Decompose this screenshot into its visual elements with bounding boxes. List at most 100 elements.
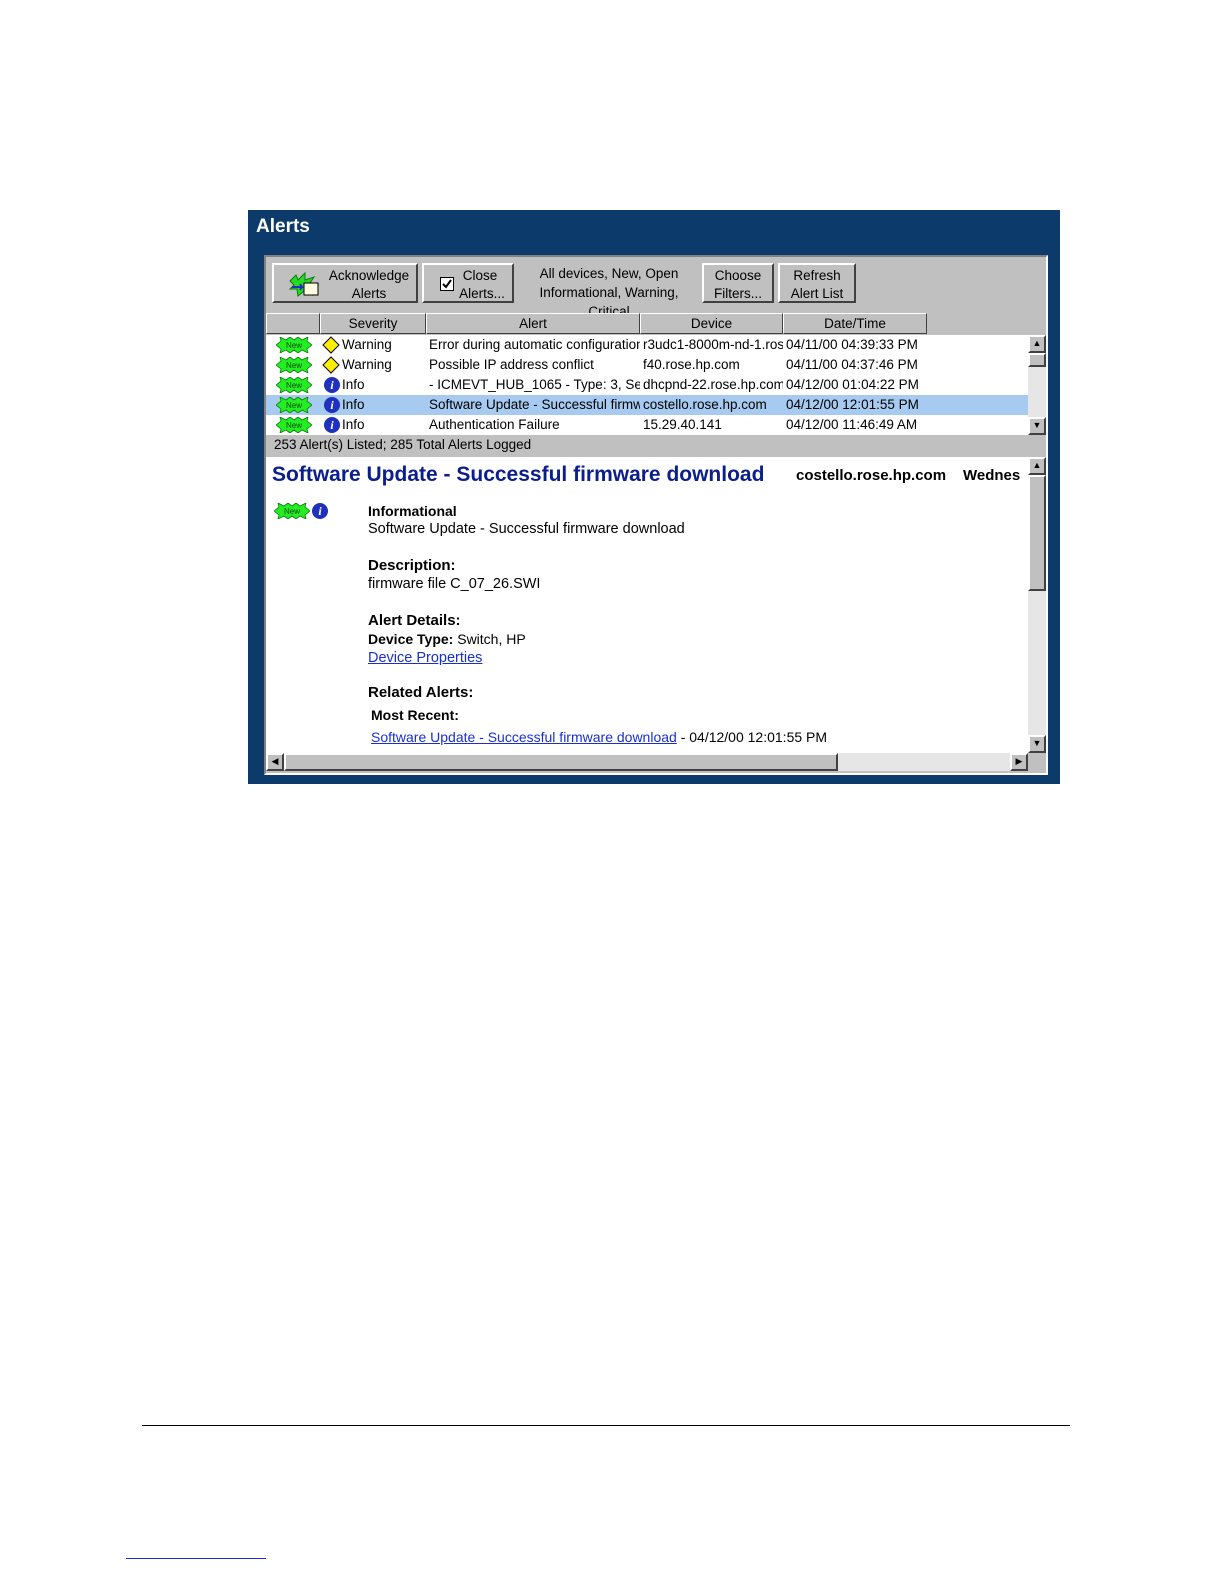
related-alert-link[interactable]: Software Update - Successful firmware do… [371, 729, 677, 745]
row-severity: Info [342, 417, 365, 432]
footer-link-underline [126, 1558, 266, 1559]
row-severity: Warning [342, 337, 392, 352]
detail-horizontal-scrollbar[interactable]: ◀ ▶ [266, 753, 1028, 771]
new-badge-icon: New [276, 397, 312, 413]
detail-day: Wednes [963, 467, 1021, 484]
row-device: costello.rose.hp.com [643, 397, 767, 412]
row-datetime: 04/12/00 01:04:22 PM [786, 377, 919, 392]
row-device: r3udc1-8000m-nd-1.rose. [643, 337, 783, 352]
detail-summary: Software Update - Successful firmware do… [368, 521, 685, 537]
detail-title: Software Update - Successful firmware do… [272, 463, 765, 486]
row-device: f40.rose.hp.com [643, 357, 740, 372]
acknowledge-alerts-button[interactable]: Acknowledge Alerts [272, 263, 418, 303]
column-header-datetime[interactable]: Date/Time [783, 313, 927, 334]
row-device: 15.29.40.141 [643, 417, 722, 432]
row-datetime: 04/12/00 12:01:55 PM [786, 397, 919, 412]
warning-icon [322, 356, 340, 374]
column-header-alert[interactable]: Alert [426, 313, 640, 334]
new-badge-text: New [286, 421, 302, 430]
new-badge-text: New [286, 401, 302, 410]
new-badge-icon: New [276, 357, 312, 373]
alert-row[interactable]: New Warning Error during automatic configu… [266, 335, 1028, 355]
detail-hscroll-thumb[interactable] [284, 753, 838, 771]
alert-details-label: Alert Details: [368, 612, 461, 629]
description-text: firmware file C_07_26.SWI [368, 576, 541, 592]
close-label-1: Close [462, 268, 498, 283]
alert-list-header: Severity Alert Device Date/Time [266, 313, 927, 334]
device-type-label: Device Type: [368, 631, 454, 647]
acknowledge-label-1: Acknowledge [328, 268, 410, 283]
detail-scroll-up-button[interactable]: ▲ [1028, 457, 1046, 475]
detail-scroll-down-button[interactable]: ▼ [1028, 735, 1046, 753]
status-bar-text: 253 Alert(s) Listed; 285 Total Alerts Lo… [274, 437, 532, 452]
list-vertical-scrollbar[interactable]: ▲ ▼ [1028, 335, 1046, 435]
most-recent-label: Most Recent: [371, 707, 459, 723]
info-icon: i [324, 377, 340, 393]
alert-row[interactable]: New i Info Software Update - Successful fir… [266, 395, 1028, 415]
new-badge-text: New [286, 341, 302, 350]
alert-row[interactable]: New Warning Possible IP address conflict f4… [266, 355, 1028, 375]
row-datetime: 04/11/00 04:37:46 PM [786, 357, 918, 372]
checkbox-icon [440, 277, 454, 291]
alert-row[interactable]: New i Info Authentication Failure 15.29.40.1… [266, 415, 1028, 435]
row-device: dhcpnd-22.rose.hp.com [643, 377, 783, 392]
device-type-value: Switch, HP [457, 631, 526, 647]
choose-label-2: Filters... [713, 286, 762, 301]
related-alert-time: - 04/12/00 12:01:55 PM [680, 729, 828, 745]
close-label-2: Alerts... [459, 286, 505, 301]
alert-list: New Warning Error during automatic configu… [266, 335, 1046, 435]
choose-label-1: Choose [714, 268, 762, 283]
new-badge-icon: New [276, 417, 312, 433]
new-badge-icon: New [276, 377, 312, 393]
list-scroll-up-button[interactable]: ▲ [1028, 335, 1046, 353]
close-alerts-button[interactable]: Close Alerts... [422, 263, 514, 303]
acknowledge-label-2: Alerts [351, 286, 387, 301]
detail-scroll-right-button[interactable]: ▶ [1010, 753, 1028, 771]
window-title: Alerts [256, 216, 310, 237]
related-alerts-label: Related Alerts: [368, 684, 474, 701]
row-severity: Info [342, 377, 365, 392]
row-datetime: 04/11/00 04:39:33 PM [786, 337, 918, 352]
row-severity: Info [342, 397, 365, 412]
new-badge-text: New [286, 361, 302, 370]
row-datetime: 04/12/00 11:46:49 AM [786, 417, 918, 432]
info-icon: i [324, 397, 340, 413]
alerts-window: Alerts Acknowledge Alerts Close Alerts..… [248, 210, 1060, 784]
related-alert-line: Software Update - Successful firmware do… [371, 729, 827, 745]
acknowledge-icon [288, 271, 320, 297]
detail-device: costello.rose.hp.com [796, 467, 947, 484]
device-properties-link[interactable]: Device Properties [368, 650, 482, 666]
new-badge-text: New [286, 381, 302, 390]
new-badge-icon: New [276, 337, 312, 353]
column-header-severity[interactable]: Severity [320, 313, 426, 334]
row-alert: Software Update - Successful firmwar [429, 397, 640, 412]
alert-row[interactable]: New i Info - ICMEVT_HUB_1065 - Type: 3, Sev… [266, 375, 1028, 395]
refresh-label-2: Alert List [790, 286, 844, 301]
new-badge-icon: New [274, 503, 310, 519]
filter-line-1: All devices, New, Open [539, 266, 679, 281]
alert-detail-pane: Software Update - Successful firmware do… [266, 457, 1028, 753]
info-icon: i [324, 417, 340, 433]
warning-icon [322, 336, 340, 354]
refresh-alert-list-button[interactable]: Refresh Alert List [778, 263, 856, 303]
description-label: Description: [368, 557, 456, 574]
device-type-line: Device Type: Switch, HP [368, 631, 526, 647]
row-alert: Authentication Failure [429, 417, 560, 432]
detail-scroll-left-button[interactable]: ◀ [266, 753, 284, 771]
detail-scroll-thumb[interactable] [1028, 475, 1046, 591]
choose-filters-button[interactable]: Choose Filters... [702, 263, 774, 303]
list-scroll-down-button[interactable]: ▼ [1028, 417, 1046, 435]
column-header-device[interactable]: Device [640, 313, 783, 334]
alerts-panel: Acknowledge Alerts Close Alerts... All d… [264, 255, 1048, 775]
row-alert: Error during automatic configuration of [429, 337, 640, 352]
row-alert: - ICMEVT_HUB_1065 - Type: 3, Seve [429, 377, 640, 392]
list-scroll-thumb[interactable] [1028, 353, 1046, 367]
new-badge-text: New [284, 507, 300, 516]
refresh-label-1: Refresh [793, 268, 841, 283]
detail-vertical-scrollbar[interactable]: ▲ ▼ [1028, 457, 1046, 753]
row-alert: Possible IP address conflict [429, 357, 594, 372]
detail-level: Informational [368, 503, 457, 519]
column-header-new[interactable] [266, 313, 320, 334]
footer-divider [142, 1425, 1070, 1426]
row-severity: Warning [342, 357, 392, 372]
